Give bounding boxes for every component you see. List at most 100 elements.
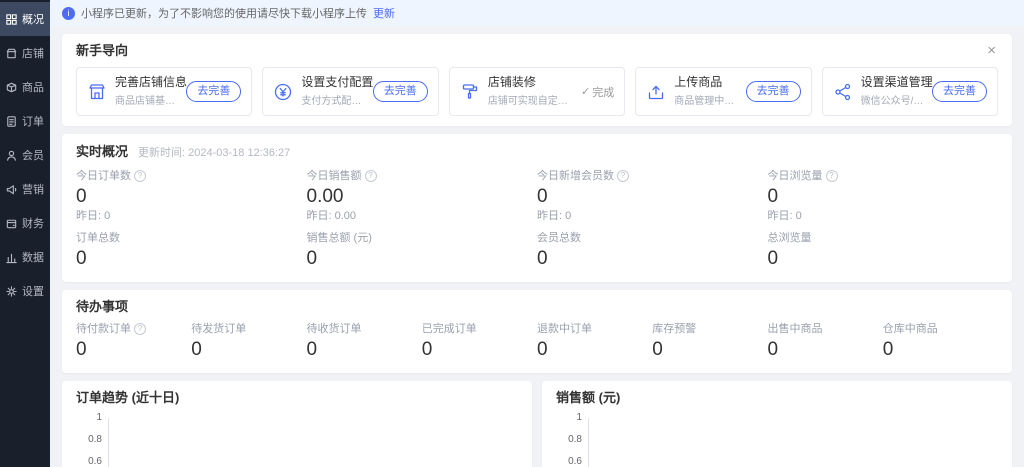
- info-icon[interactable]: ?: [365, 170, 377, 182]
- todo-pending-shipment: 待发货订单 0: [191, 323, 306, 363]
- y-axis-tick: 0.8: [568, 435, 582, 445]
- sidebar: 概况 店铺 商品 订单 会员: [0, 0, 50, 467]
- check-icon: ✓: [581, 85, 590, 98]
- sales-plot: 1 0.8 0.6 0.4 0.2 0: [588, 418, 988, 467]
- metric-label: 待收货订单: [307, 323, 362, 335]
- metric-label: 销售总额 (元): [307, 232, 372, 244]
- sidebar-item-label: 概况: [22, 11, 44, 27]
- sidebar-item-shop[interactable]: 店铺: [0, 36, 50, 70]
- guide-steps: 完善店铺信息 商品店铺基础信息等 去完善 设置支付配置 支付方式配置(支付宝/微…: [76, 67, 998, 116]
- metric-label: 今日销售额: [307, 170, 362, 182]
- decorate-icon: [460, 82, 480, 102]
- metric-label: 总浏览量: [768, 232, 812, 244]
- metric-value: 0: [422, 339, 537, 361]
- sidebar-item-marketing[interactable]: 营销: [0, 172, 50, 206]
- todo-metrics: 待付款订单? 0 待发货订单 0 待收货订单 0 已完成订单 0: [76, 323, 998, 363]
- metric-value: 0: [537, 339, 652, 361]
- sidebar-item-members[interactable]: 会员: [0, 138, 50, 172]
- update-link[interactable]: 更新: [373, 5, 395, 21]
- complete-button[interactable]: 去完善: [746, 81, 801, 102]
- sidebar-item-label: 订单: [22, 113, 44, 129]
- todo-pending-receipt: 待收货订单 0: [307, 323, 422, 363]
- guide-card: 新手导向 × 完善店铺信息 商品店铺基础信息等 去完善: [62, 34, 1012, 126]
- complete-button[interactable]: 去完善: [932, 81, 987, 102]
- todo-card-title: 待办事项: [76, 300, 998, 313]
- sidebar-item-settings[interactable]: 设置: [0, 274, 50, 308]
- metric-value: 0: [307, 339, 422, 361]
- todo-on-sale-goods: 出售中商品 0: [768, 323, 883, 363]
- metric-total-sales: 销售总额 (元) 0: [307, 232, 538, 272]
- sidebar-item-goods[interactable]: 商品: [0, 70, 50, 104]
- todo-pending-payment: 待付款订单? 0: [76, 323, 191, 363]
- orders-trend-chart-card: 订单趋势 (近十日) 1 0.8 0.6 0.4 0.2 0: [62, 381, 532, 467]
- data-icon: [5, 251, 18, 264]
- channel-icon: [833, 82, 853, 102]
- realtime-card: 实时概况 更新时间: 2024-03-18 12:36:27 今日订单数? 0 …: [62, 134, 1012, 282]
- metric-label: 今日浏览量: [768, 170, 823, 182]
- close-icon[interactable]: ×: [985, 44, 998, 57]
- metric-value: 0: [768, 248, 999, 270]
- metric-yesterday: 昨日: 0: [537, 210, 768, 222]
- settings-icon: [5, 285, 18, 298]
- upload-icon: [646, 82, 666, 102]
- metric-today-sales: 今日销售额? 0.00 昨日: 0.00: [307, 170, 538, 222]
- orders-trend-plot: 1 0.8 0.6 0.4 0.2 0: [108, 418, 508, 467]
- step-done-label: 完成: [592, 84, 614, 100]
- metric-value: 0: [768, 186, 999, 208]
- guide-step-desc: 微信公众号/微信小程序: [861, 92, 924, 107]
- sidebar-item-label: 商品: [22, 79, 44, 95]
- guide-step-desc: 店铺可实现自定义精致装修: [488, 92, 573, 107]
- metric-label: 会员总数: [537, 232, 581, 244]
- guide-step-title: 上传商品: [674, 76, 737, 89]
- content-area: 新手导向 × 完善店铺信息 商品店铺基础信息等 去完善: [50, 26, 1024, 467]
- sidebar-item-data[interactable]: 数据: [0, 240, 50, 274]
- info-icon[interactable]: ?: [134, 170, 146, 182]
- charts-row: 订单趋势 (近十日) 1 0.8 0.6 0.4 0.2 0 销售额 (元) 1…: [62, 381, 1012, 467]
- sidebar-item-finance[interactable]: 财务: [0, 206, 50, 240]
- store-icon: [87, 82, 107, 102]
- guide-step-title: 设置支付配置: [301, 76, 364, 89]
- metric-yesterday: 昨日: 0.00: [307, 210, 538, 222]
- info-icon[interactable]: ?: [826, 170, 838, 182]
- info-icon[interactable]: ?: [134, 323, 146, 335]
- member-icon: [5, 149, 18, 162]
- metric-value: 0: [768, 339, 883, 361]
- metric-value: 0: [76, 339, 191, 361]
- main-area: i 小程序已更新，为了不影响您的使用请尽快下载小程序上传 更新 新手导向 ×: [50, 0, 1024, 467]
- guide-step-desc: 商品店铺基础信息等: [115, 92, 178, 107]
- metric-label: 已完成订单: [422, 323, 477, 335]
- complete-button[interactable]: 去完善: [186, 81, 241, 102]
- payment-icon: [273, 82, 293, 102]
- sidebar-item-orders[interactable]: 订单: [0, 104, 50, 138]
- metric-label: 今日新增会员数: [537, 170, 614, 182]
- step-done-status: ✓ 完成: [581, 84, 614, 100]
- todo-refunding-orders: 退款中订单 0: [537, 323, 652, 363]
- sidebar-item-label: 数据: [22, 249, 44, 265]
- metric-value: 0.00: [307, 186, 538, 208]
- guide-step-title: 店铺装修: [488, 76, 573, 89]
- realtime-card-title: 实时概况: [76, 145, 128, 158]
- orders-trend-chart-title: 订单趋势 (近十日): [76, 391, 518, 404]
- metric-total-members: 会员总数 0: [537, 232, 768, 272]
- update-time: 更新时间: 2024-03-18 12:36:27: [138, 144, 290, 160]
- notice-bar: i 小程序已更新，为了不影响您的使用请尽快下载小程序上传 更新: [50, 0, 1024, 26]
- total-metrics: 订单总数 0 销售总额 (元) 0 会员总数 0 总浏览量 0: [76, 232, 998, 272]
- metric-today-pageviews: 今日浏览量? 0 昨日: 0: [768, 170, 999, 222]
- metric-value: 0: [883, 339, 998, 361]
- todo-stock-warning: 库存预警 0: [652, 323, 767, 363]
- sidebar-item-overview[interactable]: 概况: [0, 2, 50, 36]
- metric-value: 0: [307, 248, 538, 270]
- metric-yesterday: 昨日: 0: [76, 210, 307, 222]
- info-icon[interactable]: ?: [617, 170, 629, 182]
- metric-label: 仓库中商品: [883, 323, 938, 335]
- complete-button[interactable]: 去完善: [373, 81, 428, 102]
- guide-step-channels: 设置渠道管理 微信公众号/微信小程序 去完善: [822, 67, 998, 116]
- sidebar-item-label: 营销: [22, 181, 44, 197]
- todo-warehouse-goods: 仓库中商品 0: [883, 323, 998, 363]
- metric-label: 出售中商品: [768, 323, 823, 335]
- guide-step-decorate: 店铺装修 店铺可实现自定义精致装修 ✓ 完成: [449, 67, 625, 116]
- guide-step-title: 完善店铺信息: [115, 76, 178, 89]
- finance-icon: [5, 217, 18, 230]
- y-axis-tick: 1: [96, 413, 102, 423]
- metric-value: 0: [537, 248, 768, 270]
